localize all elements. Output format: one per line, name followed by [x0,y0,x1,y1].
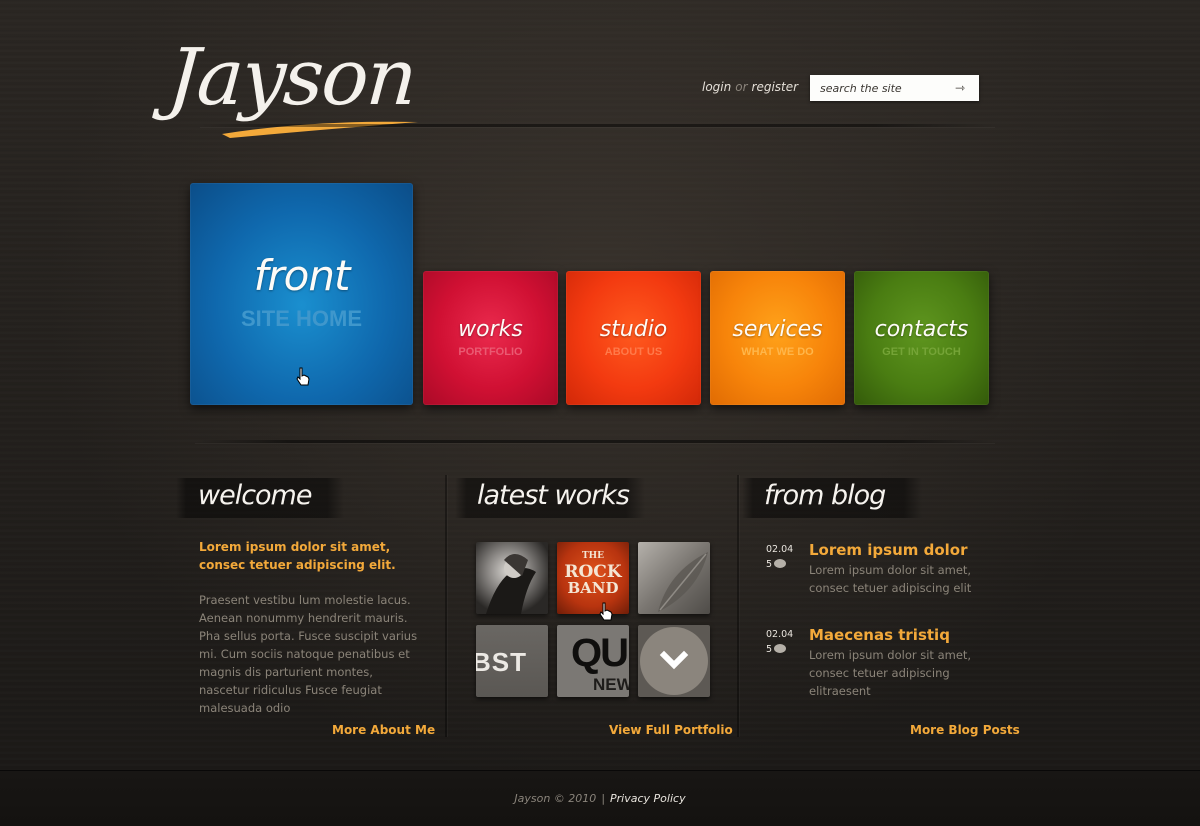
post-comment-count: 5 [766,644,793,655]
from-blog-heading-text: from blog [764,480,886,511]
comment-bubble-icon [774,559,787,568]
welcome-heading: welcome [176,478,344,518]
arrow-right-icon[interactable]: ⇾ [955,79,969,97]
post-comment-count: 5 [766,559,793,570]
nav-tile-title: services [732,317,823,342]
auth-links: login or register [702,80,798,94]
comment-count: 5 [766,644,773,655]
comment-bubble-icon [774,644,787,653]
post-date: 02.04 [766,629,794,640]
nav-tile-title: studio [599,317,668,342]
search-input[interactable] [820,79,950,97]
register-link[interactable]: register [752,80,799,94]
comment-count: 5 [766,559,773,570]
blog-post-excerpt: Lorem ipsum dolor sit amet, consec tetue… [809,648,972,698]
news-text: NEW [593,675,629,694]
bst-text: BST [476,647,527,677]
more-blog-posts-link[interactable]: More Blog Posts [910,723,1020,737]
nav-tile-subtitle: GET IN TOUCH [882,346,961,358]
post-date: 02.04 [766,544,794,555]
column-separator [445,475,447,737]
logo-text: Jayson [164,33,419,123]
hand-cursor-icon [296,367,310,386]
nav-tile-title: works [458,317,523,342]
portfolio-thumb-rock-band[interactable]: THE ROCK BAND [557,542,629,614]
login-link[interactable]: login [702,80,731,94]
qu-text: QU [571,631,629,675]
header-divider [200,124,995,127]
welcome-lead: Lorem ipsum dolor sit amet, consec tetue… [199,540,396,572]
latest-works-heading: latest works [455,478,645,518]
from-blog-heading: from blog [742,478,922,518]
site-logo[interactable]: Jayson [164,30,419,150]
footer-divider: | [601,792,606,805]
nav-tile-studio[interactable]: studio ABOUT US [566,271,701,405]
rock-band-text-3: BAND [567,579,619,597]
nav-tile-contacts[interactable]: contacts GET IN TOUCH [854,271,989,405]
nav-tile-subtitle: SITE HOME [240,306,362,331]
latest-works-heading-text: latest works [477,480,630,511]
portfolio-thumb-leaf[interactable] [638,542,710,614]
copyright: Jayson © 2010 [514,792,597,805]
blog-post: 02.04 5 [766,629,793,655]
portfolio-thumb-bst[interactable]: BST [476,625,548,697]
privacy-policy-link[interactable]: Privacy Policy [610,792,686,805]
welcome-body: Praesent vestibu lum molestie lacus. Aen… [199,593,418,715]
nav-tile-title: contacts [874,317,969,342]
column-separator [737,475,739,737]
mid-divider [195,440,995,443]
portfolio-thumb-qu-news[interactable]: QU NEW [557,625,629,697]
nav-tile-works[interactable]: works PORTFOLIO [423,271,558,405]
nav-tile-subtitle: PORTFOLIO [458,346,523,358]
blog-post-excerpt: Lorem ipsum dolor sit amet, consec tetue… [809,563,972,595]
footer-text: Jayson © 2010 | Privacy Policy [0,792,1200,805]
hand-cursor-icon [599,602,613,621]
nav-tile-subtitle: WHAT WE DO [741,346,814,358]
chevron-down-icon [640,627,708,695]
logo-swash [222,121,418,138]
blog-post-title[interactable]: Lorem ipsum dolor [809,541,968,559]
leaf-image [658,552,708,612]
search-box: ⇾ [810,75,979,101]
singer-image [486,554,536,614]
nav-tile-title: front [253,251,351,300]
rock-band-text-2: ROCK [564,562,622,582]
blog-post-title[interactable]: Maecenas tristiq [809,626,950,644]
welcome-heading-text: welcome [198,480,312,511]
nav-tile-services[interactable]: services WHAT WE DO [710,271,845,405]
nav-tile-subtitle: ABOUT US [604,346,663,358]
view-full-portfolio-link[interactable]: View Full Portfolio [609,723,733,737]
or-text: or [735,80,748,94]
portfolio-thumb-more[interactable] [638,625,710,697]
rock-band-logo: THE ROCK BAND [557,548,629,596]
footer: Jayson © 2010 | Privacy Policy [0,770,1200,826]
more-about-me-link[interactable]: More About Me [332,723,435,737]
blog-post: 02.04 5 [766,544,793,570]
portfolio-thumb-singer[interactable] [476,542,548,614]
